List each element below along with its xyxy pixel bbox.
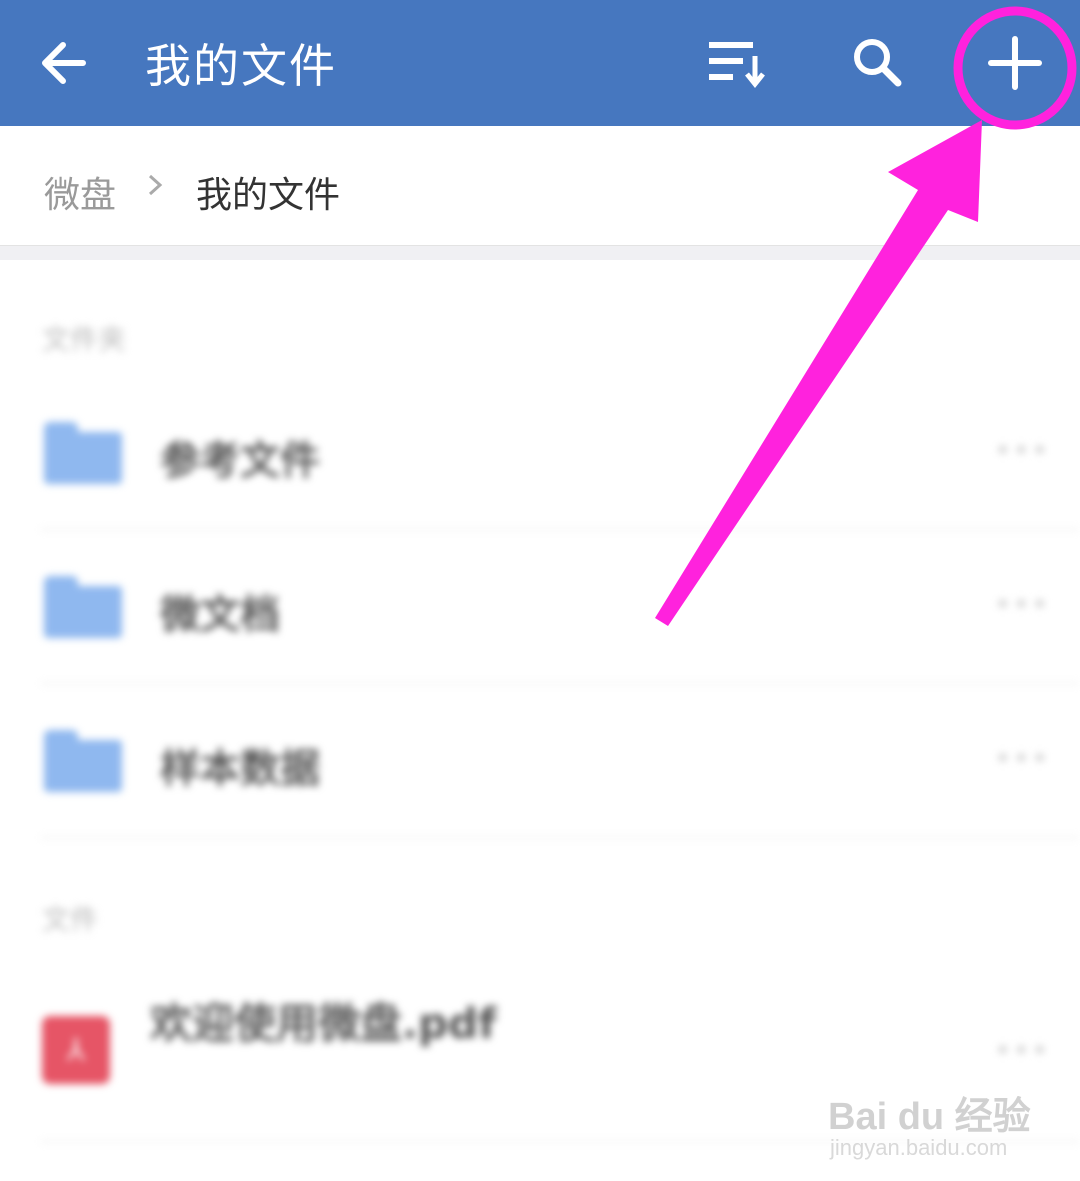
plus-icon <box>988 36 1042 90</box>
list-item[interactable]: 样本数据 ••• <box>0 684 1080 838</box>
more-icon[interactable]: ••• <box>994 1034 1050 1067</box>
pdf-icon: ⅄ <box>42 1016 110 1084</box>
app-header: 我的文件 <box>0 0 1080 126</box>
folder-icon <box>44 422 122 484</box>
back-button[interactable] <box>10 0 120 126</box>
add-button[interactable] <box>960 0 1070 126</box>
item-name: 样本数据 <box>160 746 320 792</box>
watermark-main: Bai du 经验 <box>828 1096 1031 1138</box>
breadcrumb-current: 我的文件 <box>196 175 341 216</box>
watermark-sub: jingyan.baidu.com <box>830 1135 1008 1160</box>
more-icon[interactable]: ••• <box>994 434 1050 467</box>
arrow-left-icon <box>42 42 86 84</box>
list-item[interactable]: 微文档 ••• <box>0 530 1080 684</box>
chevron-right-icon <box>148 174 163 196</box>
sort-icon <box>709 42 765 88</box>
files-section-label: 文件 <box>42 903 99 936</box>
breadcrumb: 微盘 我的文件 <box>0 126 1080 246</box>
section-gap <box>0 246 1080 260</box>
list-item[interactable]: 参考文件 ••• <box>0 376 1080 530</box>
search-icon <box>854 39 902 87</box>
folders-section-label: 文件夹 <box>42 323 127 356</box>
breadcrumb-root[interactable]: 微盘 <box>44 166 116 218</box>
more-icon[interactable]: ••• <box>994 742 1050 775</box>
item-name: 参考文件 <box>160 438 320 484</box>
watermark: Bai du 经验 jingyan.baidu.com <box>828 1065 1058 1165</box>
page-title: 我的文件 <box>145 39 337 93</box>
folder-icon <box>44 576 122 638</box>
divider <box>40 837 1080 838</box>
item-name: 欢迎使用微盘.pdf <box>150 999 497 1048</box>
item-name: 微文档 <box>160 592 280 638</box>
folder-icon <box>44 730 122 792</box>
search-button[interactable] <box>823 0 933 126</box>
more-icon[interactable]: ••• <box>994 588 1050 621</box>
sort-button[interactable] <box>680 0 790 126</box>
